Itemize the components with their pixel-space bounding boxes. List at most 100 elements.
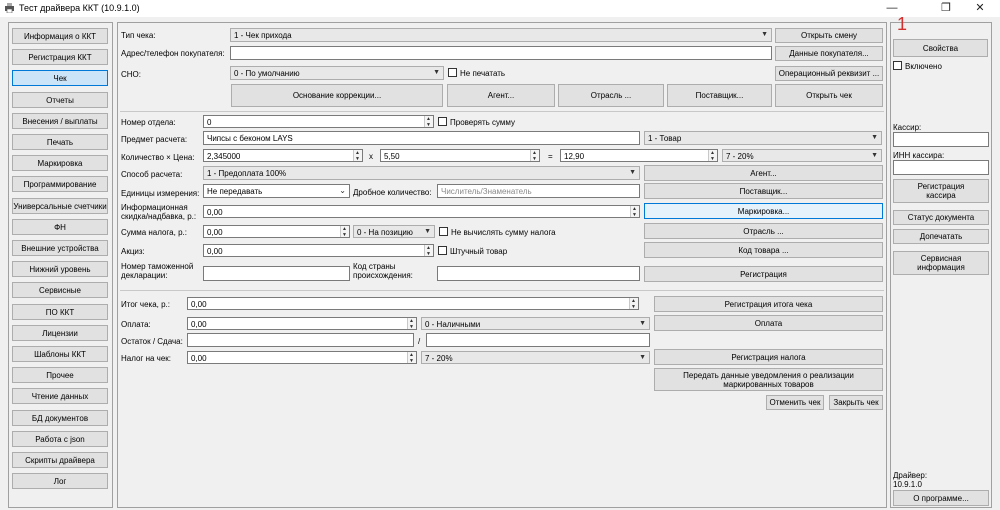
units-select[interactable]: Не передавать ⌄ <box>203 184 350 198</box>
no-print-checkbox[interactable] <box>448 68 457 77</box>
marking-button[interactable]: Маркировка... <box>644 203 883 219</box>
spin-icon[interactable] <box>424 116 433 127</box>
properties-button[interactable]: Свойства <box>893 39 988 57</box>
nav-item[interactable]: Нижний уровень <box>12 261 108 277</box>
spin-icon[interactable] <box>630 206 639 217</box>
reprint-button[interactable]: Допечатать <box>893 229 989 244</box>
tax-sum-input[interactable]: 0,00 <box>203 225 350 238</box>
position-supplier-button[interactable]: Поставщик... <box>644 183 883 199</box>
nav-item[interactable]: ПО ККТ <box>12 304 108 320</box>
spin-icon[interactable] <box>708 150 717 161</box>
payment-button[interactable]: Оплата <box>654 315 883 331</box>
nav-item[interactable]: Внесения / выплаты <box>12 113 108 129</box>
nav-item[interactable]: Универсальные счетчики <box>12 198 108 214</box>
receipt-industry-button[interactable]: Отрасль ... <box>558 84 664 107</box>
sno-select[interactable]: 0 - По умолчанию ▼ <box>230 66 444 80</box>
customs-input[interactable] <box>203 266 350 281</box>
buyer-address-input[interactable] <box>230 46 772 60</box>
about-button[interactable]: О программе... <box>893 490 989 506</box>
nav-item[interactable]: Чтение данных <box>12 388 108 404</box>
doc-status-button[interactable]: Статус документа <box>893 210 989 225</box>
enabled-label: Включено <box>905 62 942 71</box>
total-input[interactable]: 0,00 <box>187 297 639 310</box>
register-cashier-button[interactable]: Регистрация кассира <box>893 179 989 203</box>
buyer-data-button[interactable]: Данные покупателя... <box>775 46 883 61</box>
nav-item[interactable]: Работа с json <box>12 431 108 447</box>
spin-icon[interactable] <box>530 150 539 161</box>
nav-item[interactable]: Прочее <box>12 367 108 383</box>
method-select[interactable]: 1 - Предоплата 100% ▼ <box>203 166 640 180</box>
open-shift-button[interactable]: Открыть смену <box>775 28 883 43</box>
subject-input[interactable]: Чипсы с беконом LAYS <box>203 131 640 145</box>
nav-item[interactable]: Скрипты драйвера <box>12 452 108 468</box>
product-code-button[interactable]: Код товара ... <box>644 242 883 258</box>
piece-goods-checkbox[interactable] <box>438 246 447 255</box>
nav-item[interactable]: Информация о ККТ <box>12 28 108 44</box>
change-separator: / <box>418 337 421 346</box>
nav-item[interactable]: Регистрация ККТ <box>12 49 108 65</box>
no-print-label: Не печатать <box>460 69 506 78</box>
excise-input[interactable]: 0,00 <box>203 244 434 257</box>
price-input[interactable]: 5,50 <box>380 149 540 162</box>
close-receipt-button[interactable]: Закрыть чек <box>829 395 883 410</box>
change-second-input[interactable] <box>426 333 650 347</box>
tax-mode-select[interactable]: 0 - На позицию ▼ <box>353 225 435 238</box>
spin-icon[interactable] <box>407 318 416 329</box>
cashier-inn-input[interactable] <box>893 160 989 175</box>
check-tax-type-select[interactable]: 7 - 20% ▼ <box>421 351 650 364</box>
register-tax-button[interactable]: Регистрация налога <box>654 349 883 365</box>
spin-icon[interactable] <box>353 150 362 161</box>
nav-item[interactable]: Чек <box>12 70 108 86</box>
op-requisite-button[interactable]: Операционный реквизит ... <box>775 66 883 81</box>
total-value: 0,00 <box>191 300 207 309</box>
tax-mode-value: 0 - На позицию <box>357 228 413 237</box>
nav-item[interactable]: Маркировка <box>12 155 108 171</box>
subject-type-select[interactable]: 1 - Товар ▼ <box>644 131 882 145</box>
change-input[interactable] <box>187 333 414 347</box>
position-industry-button[interactable]: Отрасль ... <box>644 223 883 239</box>
receipt-agent-button[interactable]: Агент... <box>447 84 555 107</box>
nav-item[interactable]: Отчеты <box>12 92 108 108</box>
correction-basis-button[interactable]: Основание коррекции... <box>231 84 443 107</box>
position-agent-button[interactable]: Агент... <box>644 165 883 181</box>
nav-item[interactable]: Программирование <box>12 176 108 192</box>
country-input[interactable] <box>437 266 640 281</box>
sum-input[interactable]: 12,90 <box>560 149 718 162</box>
nav-item[interactable]: Печать <box>12 134 108 150</box>
dept-input[interactable]: 0 <box>203 115 434 128</box>
close-button[interactable]: ✕ <box>960 0 1000 17</box>
nav-item[interactable]: ФН <box>12 219 108 235</box>
spin-icon[interactable] <box>407 352 416 363</box>
markup-input[interactable]: 0,00 <box>203 205 640 218</box>
cashier-label: Кассир: <box>893 123 922 132</box>
nav-item[interactable]: БД документов <box>12 410 108 426</box>
nav-item[interactable]: Внешние устройства <box>12 240 108 256</box>
no-calc-tax-checkbox[interactable] <box>439 227 448 236</box>
register-total-button[interactable]: Регистрация итога чека <box>654 296 883 312</box>
receipt-type-select[interactable]: 1 - Чек прихода ▼ <box>230 28 772 42</box>
position-register-button[interactable]: Регистрация <box>644 266 883 282</box>
spin-icon[interactable] <box>424 245 433 256</box>
tax-sum-label: Сумма налога, р.: <box>121 228 187 237</box>
check-tax-input[interactable]: 0,00 <box>187 351 417 364</box>
spin-icon[interactable] <box>629 298 638 309</box>
spin-icon[interactable] <box>340 226 349 237</box>
payment-input[interactable]: 0,00 <box>187 317 417 330</box>
service-info-button[interactable]: Сервисная информация <box>893 251 989 275</box>
open-receipt-button[interactable]: Открыть чек <box>775 84 883 107</box>
qty-input[interactable]: 2,345000 <box>203 149 363 162</box>
notify-marking-button[interactable]: Передать данные уведомления о реализации… <box>654 368 883 391</box>
enabled-checkbox[interactable] <box>893 61 902 70</box>
payment-type-select[interactable]: 0 - Наличными ▼ <box>421 317 650 330</box>
nav-item[interactable]: Лицензии <box>12 325 108 341</box>
receipt-supplier-button[interactable]: Поставщик... <box>667 84 772 107</box>
units-value: Не передавать <box>207 187 263 196</box>
cancel-receipt-button[interactable]: Отменить чек <box>766 395 824 410</box>
nav-item[interactable]: Сервисные <box>12 282 108 298</box>
check-sum-checkbox[interactable] <box>438 117 447 126</box>
cashier-input[interactable] <box>893 132 989 147</box>
nav-item[interactable]: Шаблоны ККТ <box>12 346 108 362</box>
nav-item[interactable]: Лог <box>12 473 108 489</box>
position-tax-select[interactable]: 7 - 20% ▼ <box>722 149 882 162</box>
fraction-input[interactable]: Числитель/Знаменатель <box>437 184 640 198</box>
